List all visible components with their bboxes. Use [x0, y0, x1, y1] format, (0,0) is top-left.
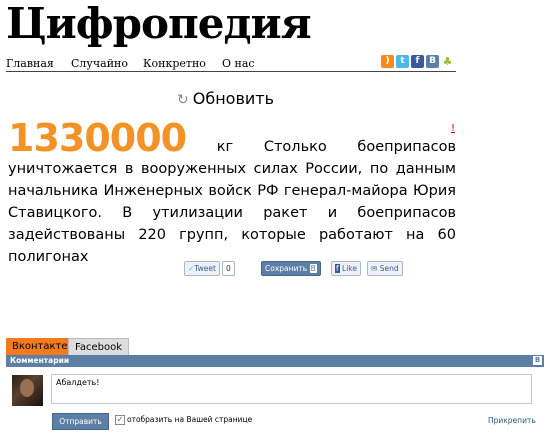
tab-vkontakte[interactable]: Вконтакте [6, 338, 74, 355]
tweet-button[interactable]: ✓Tweet [184, 261, 220, 276]
fact-unit: кг [216, 139, 234, 155]
tweet-count: 0 [222, 261, 235, 276]
facebook-send-button[interactable]: ✉ Send [367, 261, 403, 276]
vkontakte-icon[interactable]: B [426, 55, 439, 68]
nav-divider [6, 71, 456, 72]
facebook-like-button[interactable]: f Like [331, 261, 361, 276]
nav-item-home[interactable]: Главная [6, 57, 54, 70]
facebook-icon: f [335, 264, 340, 273]
tab-facebook[interactable]: Facebook [68, 338, 129, 356]
comments-title: Комментарии [10, 356, 70, 365]
site-logo[interactable]: Цифропедия [6, 0, 312, 48]
refresh-icon: ↻ [177, 92, 189, 108]
fact-number: 1330000 [8, 116, 187, 160]
checkbox-label: отобразить на Вашей странице [127, 415, 253, 424]
nav-item-random[interactable]: Случайно [71, 57, 128, 70]
comment-input[interactable]: Абалдеть! [51, 374, 532, 404]
android-icon[interactable]: ♣ [441, 55, 454, 68]
nav-item-about[interactable]: О нас [222, 57, 255, 70]
comments-header: Комментарии B [6, 355, 544, 367]
facebook-icon[interactable]: f [411, 55, 424, 68]
report-link[interactable]: ! [451, 123, 455, 134]
vk-save-button[interactable]: Сохранить B [261, 261, 321, 276]
attach-link[interactable]: Прикрепить [488, 416, 536, 425]
submit-button[interactable]: Отправить [52, 413, 109, 430]
fact-block: 1330000 кг Столько боеприпасов уничтожае… [8, 119, 457, 268]
twitter-icon[interactable]: t [396, 55, 409, 68]
avatar[interactable] [12, 375, 43, 406]
refresh-button[interactable]: ↻ Обновить [177, 89, 274, 108]
send-icon: ✉ [371, 264, 378, 273]
vk-logo-icon: B [309, 264, 317, 273]
nav-item-specific[interactable]: Конкретно [143, 57, 206, 70]
fact-text: Столько боеприпасов уничтожается в воору… [8, 139, 457, 265]
rss-icon[interactable]: ) [381, 55, 394, 68]
refresh-label: Обновить [192, 89, 275, 108]
share-on-page-checkbox[interactable]: ✓ [115, 415, 125, 425]
vk-logo-icon: B [533, 356, 542, 365]
